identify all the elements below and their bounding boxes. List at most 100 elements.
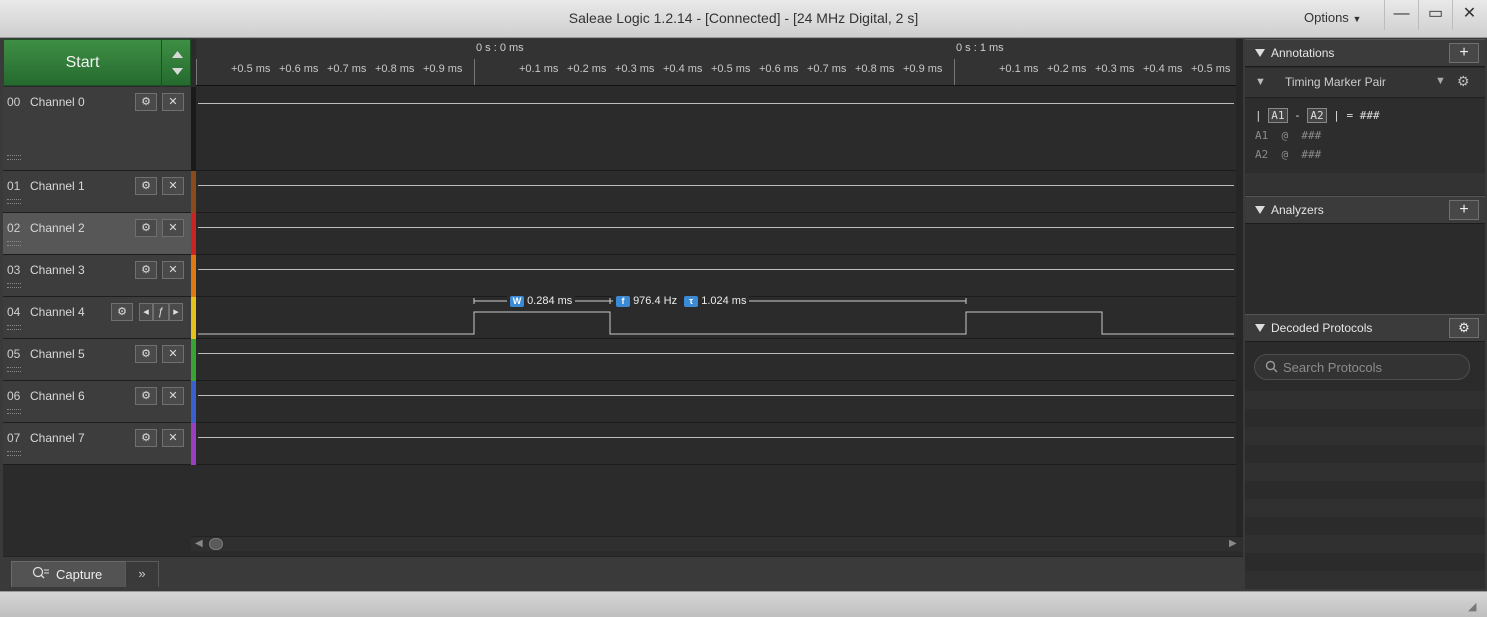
width-badge-icon: W [510, 296, 524, 307]
gear-icon[interactable]: ⚙ [135, 219, 157, 237]
collapse-triangle-icon[interactable] [1255, 206, 1265, 214]
close-icon[interactable]: ✕ [162, 177, 184, 195]
channel-row-7[interactable]: 07 Channel 7 ⚙ ✕ [3, 423, 191, 465]
drag-handle-icon[interactable] [7, 155, 21, 160]
marker-a1-chip[interactable]: A1 [1268, 108, 1288, 123]
timing-marker-details: | A1 - A2 | = ### A1 @ ### A2 @ ### [1245, 99, 1485, 173]
add-analyzer-button[interactable]: + [1449, 200, 1479, 220]
status-bar: ◢ [0, 591, 1487, 617]
bottom-tab-bar: Capture » [3, 556, 1243, 589]
chevron-down-icon[interactable]: ▼ [1435, 75, 1446, 87]
analyzers-title: Analyzers [1271, 203, 1324, 217]
more-tabs-button[interactable]: » [125, 561, 159, 587]
timing-marker-row[interactable]: ▼ Timing Marker Pair ▼ ⚙ [1245, 68, 1485, 98]
channel-number: 02 [7, 221, 21, 235]
ruler-tick: +0.1 ms [519, 63, 559, 75]
start-options-button[interactable] [161, 40, 192, 87]
ruler-tick: +0.4 ms [1143, 63, 1183, 75]
annotations-title: Annotations [1271, 46, 1335, 60]
ruler-divider [954, 59, 955, 85]
options-menu[interactable]: Options ▼ [1304, 10, 1361, 25]
gear-icon[interactable]: ⚙ [1457, 73, 1470, 90]
gear-icon[interactable]: ⚙ [135, 429, 157, 447]
waveform-row [196, 423, 1236, 465]
channel-row-1[interactable]: 01 Channel 1 ⚙ ✕ [3, 171, 191, 213]
horizontal-scrollbar[interactable]: ◀ ▶ [191, 536, 1243, 551]
minus-sign: - [1294, 109, 1301, 122]
next-edge-button[interactable]: ▸ [169, 303, 183, 321]
gear-icon[interactable]: ⚙ [135, 261, 157, 279]
gear-icon[interactable]: ⚙ [135, 345, 157, 363]
time-ruler[interactable]: 0 s : 0 ms 0 s : 1 ms +0.5 ms +0.6 ms +0… [196, 39, 1236, 86]
channel-row-2[interactable]: 02 Channel 2 ⚙ ✕ [3, 213, 191, 255]
maximize-button[interactable]: ▭ [1418, 0, 1452, 30]
search-protocols-field[interactable]: Search Protocols [1254, 354, 1470, 380]
close-icon[interactable]: ✕ [162, 387, 184, 405]
main-panel: Start 0 s : 0 ms 0 s : 1 ms +0.5 ms +0.6… [3, 39, 1243, 589]
collapse-triangle-icon[interactable] [1255, 324, 1265, 332]
ruler-tick: +0.5 ms [711, 63, 751, 75]
channel-row-3[interactable]: 03 Channel 3 ⚙ ✕ [3, 255, 191, 297]
channel-name: Channel 1 [30, 179, 85, 193]
options-label: Options [1304, 10, 1349, 25]
ruler-tick: +0.2 ms [1047, 63, 1087, 75]
close-icon[interactable]: ✕ [162, 261, 184, 279]
close-icon[interactable]: ✕ [162, 345, 184, 363]
collapse-triangle-icon[interactable] [1255, 49, 1265, 57]
drag-handle-icon[interactable] [7, 367, 21, 372]
scroll-right-icon[interactable]: ▶ [1229, 538, 1237, 549]
decoded-protocols-list [1245, 391, 1485, 589]
frequency-value: 976.4 Hz [633, 295, 678, 307]
analyzers-list [1245, 225, 1485, 314]
signal-line [198, 269, 1234, 270]
start-button[interactable]: Start [3, 39, 192, 87]
gear-icon[interactable]: ⚙ [135, 387, 157, 405]
signal-line [198, 227, 1234, 228]
channel-row-5[interactable]: 05 Channel 5 ⚙ ✕ [3, 339, 191, 381]
start-label: Start [65, 54, 100, 71]
gear-icon[interactable]: ⚙ [135, 93, 157, 111]
prev-edge-button[interactable]: ◂ [139, 303, 153, 321]
drag-handle-icon[interactable] [7, 241, 21, 246]
analyzers-header[interactable]: Analyzers + [1245, 196, 1485, 224]
ruler-tick: +0.9 ms [423, 63, 463, 75]
ruler-tick: +0.8 ms [375, 63, 415, 75]
drag-handle-icon[interactable] [7, 199, 21, 204]
close-icon[interactable]: ✕ [162, 429, 184, 447]
close-button[interactable]: ✕ [1452, 0, 1486, 30]
channel-number: 01 [7, 179, 21, 193]
resize-grip-icon[interactable]: ◢ [1468, 600, 1476, 613]
waveform-row [196, 339, 1236, 381]
channel-number: 06 [7, 389, 21, 403]
annotations-header[interactable]: Annotations + [1245, 39, 1485, 67]
signal-line [198, 437, 1234, 438]
scroll-thumb[interactable] [209, 538, 223, 550]
gear-icon[interactable]: ⚙ [111, 303, 133, 321]
marker-a2-chip[interactable]: A2 [1307, 108, 1327, 123]
annotations-footer [1245, 173, 1485, 195]
drag-handle-icon[interactable] [7, 451, 21, 456]
waveform-row [196, 255, 1236, 297]
ruler-tick: +0.5 ms [1191, 63, 1231, 75]
side-panel: Annotations + ▼ Timing Marker Pair ▼ ⚙ |… [1245, 39, 1485, 589]
waveform-area[interactable]: W 0.284 ms f 976.4 Hz τ 1.024 ms [196, 87, 1236, 465]
channel-row-6[interactable]: 06 Channel 6 ⚙ ✕ [3, 381, 191, 423]
decoded-protocols-header[interactable]: Decoded Protocols ⚙ [1245, 314, 1485, 342]
channel-row-0[interactable]: 00 Channel 0 ⚙ ✕ [3, 87, 191, 171]
drag-handle-icon[interactable] [7, 283, 21, 288]
close-icon[interactable]: ✕ [162, 93, 184, 111]
close-icon[interactable]: ✕ [162, 219, 184, 237]
trigger-edge-icon[interactable]: ƒ [153, 303, 169, 321]
channel-name: Channel 0 [30, 95, 85, 109]
minimize-button[interactable]: — [1384, 0, 1418, 30]
gear-icon[interactable]: ⚙ [135, 177, 157, 195]
ruler-tick: +0.3 ms [1095, 63, 1135, 75]
scroll-left-icon[interactable]: ◀ [195, 538, 203, 549]
drag-handle-icon[interactable] [7, 409, 21, 414]
add-annotation-button[interactable]: + [1449, 43, 1479, 63]
ruler-tick: +0.7 ms [327, 63, 367, 75]
tab-capture[interactable]: Capture [11, 561, 129, 587]
gear-icon[interactable]: ⚙ [1449, 318, 1479, 338]
drag-handle-icon[interactable] [7, 325, 21, 330]
channel-row-4[interactable]: 04 Channel 4 ⚙ ◂ ƒ ▸ [3, 297, 191, 339]
